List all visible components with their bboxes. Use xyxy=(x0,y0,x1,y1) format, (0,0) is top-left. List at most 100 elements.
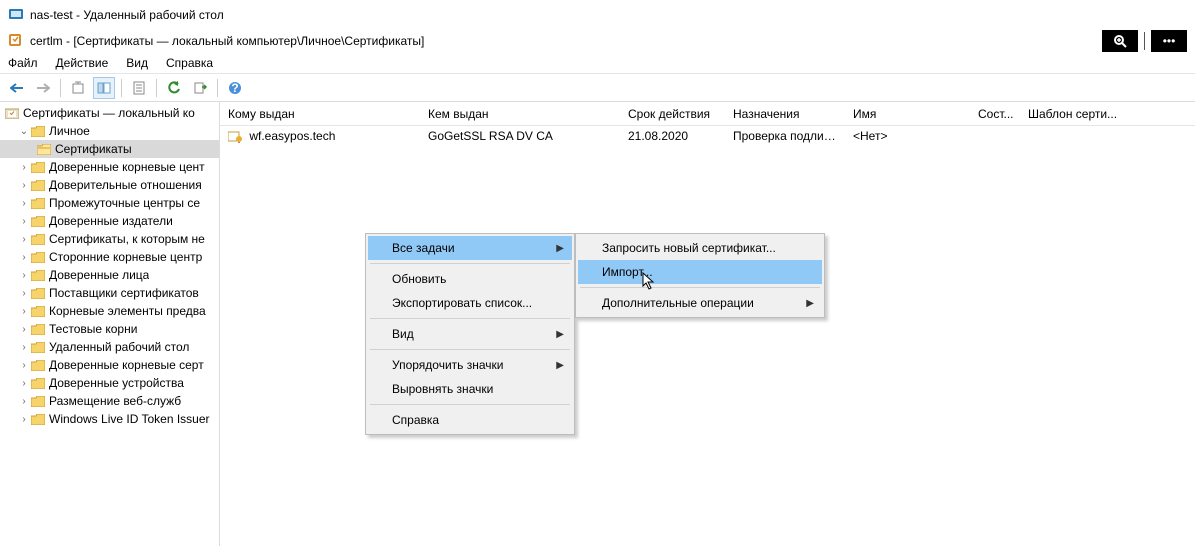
tb-cut-button[interactable] xyxy=(67,77,89,99)
folder-icon xyxy=(30,412,46,426)
chevron-right-icon[interactable]: › xyxy=(18,342,30,353)
chevron-right-icon[interactable]: › xyxy=(18,288,30,299)
tree-windows-live-id[interactable]: ›Windows Live ID Token Issuer xyxy=(0,410,219,428)
more-button[interactable]: ••• xyxy=(1151,30,1187,52)
chevron-right-icon[interactable]: › xyxy=(18,216,30,227)
col-template[interactable]: Шаблон серти... xyxy=(1020,107,1195,121)
tree-panel[interactable]: Сертификаты — локальный ко ⌄ Личное Серт… xyxy=(0,102,220,546)
folder-open-icon xyxy=(36,142,52,156)
submenu-arrow-icon: ▶ xyxy=(806,298,814,309)
tree-trusted-publishers[interactable]: ›Доверенные издатели xyxy=(0,212,219,230)
menu-action[interactable]: Действие xyxy=(56,56,109,70)
menu-arrange-icons[interactable]: Упорядочить значки ▶ xyxy=(368,353,572,377)
chevron-right-icon[interactable]: › xyxy=(18,360,30,371)
menu-all-tasks-label: Все задачи xyxy=(392,241,455,255)
expander-icon[interactable]: ⌄ xyxy=(18,126,30,137)
chevron-right-icon[interactable]: › xyxy=(18,234,30,245)
tree-remote-desktop[interactable]: ›Удаленный рабочий стол xyxy=(0,338,219,356)
folder-icon xyxy=(30,178,46,192)
cell-expires: 21.08.2020 xyxy=(620,129,725,143)
menu-view[interactable]: Вид xyxy=(126,56,148,70)
menu-import[interactable]: Импорт... xyxy=(578,260,822,284)
chevron-right-icon[interactable]: › xyxy=(18,270,30,281)
tree-preview-build-roots[interactable]: ›Корневые элементы предва xyxy=(0,302,219,320)
chevron-right-icon[interactable]: › xyxy=(18,162,30,173)
tree-enterprise-trust[interactable]: ›Доверительные отношения xyxy=(0,176,219,194)
menu-refresh[interactable]: Обновить xyxy=(368,267,572,291)
col-expires[interactable]: Срок действия xyxy=(620,107,725,121)
context-menu-main: Все задачи ▶ Обновить Экспортировать спи… xyxy=(365,233,575,435)
tree-trusted-root-ca[interactable]: ›Доверенные корневые цент xyxy=(0,158,219,176)
tree-personal[interactable]: ⌄ Личное xyxy=(0,122,219,140)
col-issued-to[interactable]: Кому выдан xyxy=(220,107,420,121)
tb-export-button[interactable] xyxy=(189,77,211,99)
menu-help[interactable]: Справка xyxy=(368,408,572,432)
chevron-right-icon[interactable]: › xyxy=(18,252,30,263)
folder-icon xyxy=(30,160,46,174)
chevron-right-icon[interactable]: › xyxy=(18,198,30,209)
menu-view[interactable]: Вид ▶ xyxy=(368,322,572,346)
context-menu-all-tasks: Запросить новый сертификат... Импорт... … xyxy=(575,233,825,318)
tree-third-party-root-ca[interactable]: ›Сторонние корневые центр xyxy=(0,248,219,266)
folder-icon xyxy=(30,250,46,264)
svg-text:?: ? xyxy=(231,81,238,95)
tree-intermediate-ca[interactable]: ›Промежуточные центры се xyxy=(0,194,219,212)
zoom-button[interactable] xyxy=(1102,30,1138,52)
folder-icon xyxy=(30,394,46,408)
tb-show-hide-button[interactable] xyxy=(93,77,115,99)
folder-icon xyxy=(30,232,46,246)
chevron-right-icon[interactable]: › xyxy=(18,378,30,389)
menu-export-list[interactable]: Экспортировать список... xyxy=(368,291,572,315)
chevron-right-icon[interactable]: › xyxy=(18,414,30,425)
menu-file[interactable]: Файл xyxy=(8,56,38,70)
tb-help-button[interactable]: ? xyxy=(224,77,246,99)
menu-separator xyxy=(370,263,570,264)
menu-separator xyxy=(370,318,570,319)
tb-refresh-button[interactable] xyxy=(163,77,185,99)
toolbar: ? xyxy=(0,74,1195,102)
folder-icon xyxy=(30,322,46,336)
rdp-icon xyxy=(8,7,24,23)
back-button[interactable] xyxy=(6,77,28,99)
menu-additional-ops[interactable]: Дополнительные операции ▶ xyxy=(578,291,822,315)
menu-request-new-cert[interactable]: Запросить новый сертификат... xyxy=(578,236,822,260)
col-purposes[interactable]: Назначения xyxy=(725,107,845,121)
submenu-arrow-icon: ▶ xyxy=(556,360,564,371)
chevron-right-icon[interactable]: › xyxy=(18,180,30,191)
tree-trusted-devices[interactable]: ›Доверенные устройства xyxy=(0,374,219,392)
main-area: Сертификаты — локальный ко ⌄ Личное Серт… xyxy=(0,102,1195,546)
menu-bar: Файл Действие Вид Справка xyxy=(0,52,1195,74)
tree-certificates[interactable]: Сертификаты xyxy=(0,140,219,158)
folder-icon xyxy=(30,304,46,318)
folder-icon xyxy=(30,340,46,354)
rdp-title-bar: nas-test - Удаленный рабочий стол xyxy=(0,0,1195,30)
tree-web-hosting[interactable]: ›Размещение веб-служб xyxy=(0,392,219,410)
tree-root-label: Сертификаты — локальный ко xyxy=(23,106,195,120)
cert-row[interactable]: wf.easypos.tech GoGetSSL RSA DV CA 21.08… xyxy=(220,126,1195,146)
tree-smartcard-trusted-roots[interactable]: ›Доверенные корневые серт xyxy=(0,356,219,374)
chevron-right-icon[interactable]: › xyxy=(18,306,30,317)
mmc-title: certlm - [Сертификаты — локальный компью… xyxy=(30,34,424,48)
chevron-right-icon[interactable]: › xyxy=(18,324,30,335)
menu-align-icons[interactable]: Выровнять значки xyxy=(368,377,572,401)
cell-issued-by: GoGetSSL RSA DV CA xyxy=(420,129,620,143)
tb-properties-button[interactable] xyxy=(128,77,150,99)
forward-button[interactable] xyxy=(32,77,54,99)
cell-name: <Нет> xyxy=(845,129,970,143)
cell-purposes: Проверка подлин... xyxy=(725,129,845,143)
tree-untrusted-certs[interactable]: ›Сертификаты, к которым не xyxy=(0,230,219,248)
menu-separator xyxy=(370,404,570,405)
col-issued-by[interactable]: Кем выдан xyxy=(420,107,620,121)
tree-trusted-people[interactable]: ›Доверенные лица xyxy=(0,266,219,284)
tree-client-auth-issuers[interactable]: ›Поставщики сертификатов xyxy=(0,284,219,302)
cell-issued-to: wf.easypos.tech xyxy=(249,129,335,143)
chevron-right-icon[interactable]: › xyxy=(18,396,30,407)
menu-all-tasks[interactable]: Все задачи ▶ xyxy=(368,236,572,260)
rdp-title: nas-test - Удаленный рабочий стол xyxy=(30,8,224,22)
col-name[interactable]: Имя xyxy=(845,107,970,121)
tree-root[interactable]: Сертификаты — локальный ко xyxy=(0,104,219,122)
certlm-icon xyxy=(8,33,24,49)
tree-test-roots[interactable]: ›Тестовые корни xyxy=(0,320,219,338)
menu-help[interactable]: Справка xyxy=(166,56,213,70)
col-status[interactable]: Сост... xyxy=(970,107,1020,121)
